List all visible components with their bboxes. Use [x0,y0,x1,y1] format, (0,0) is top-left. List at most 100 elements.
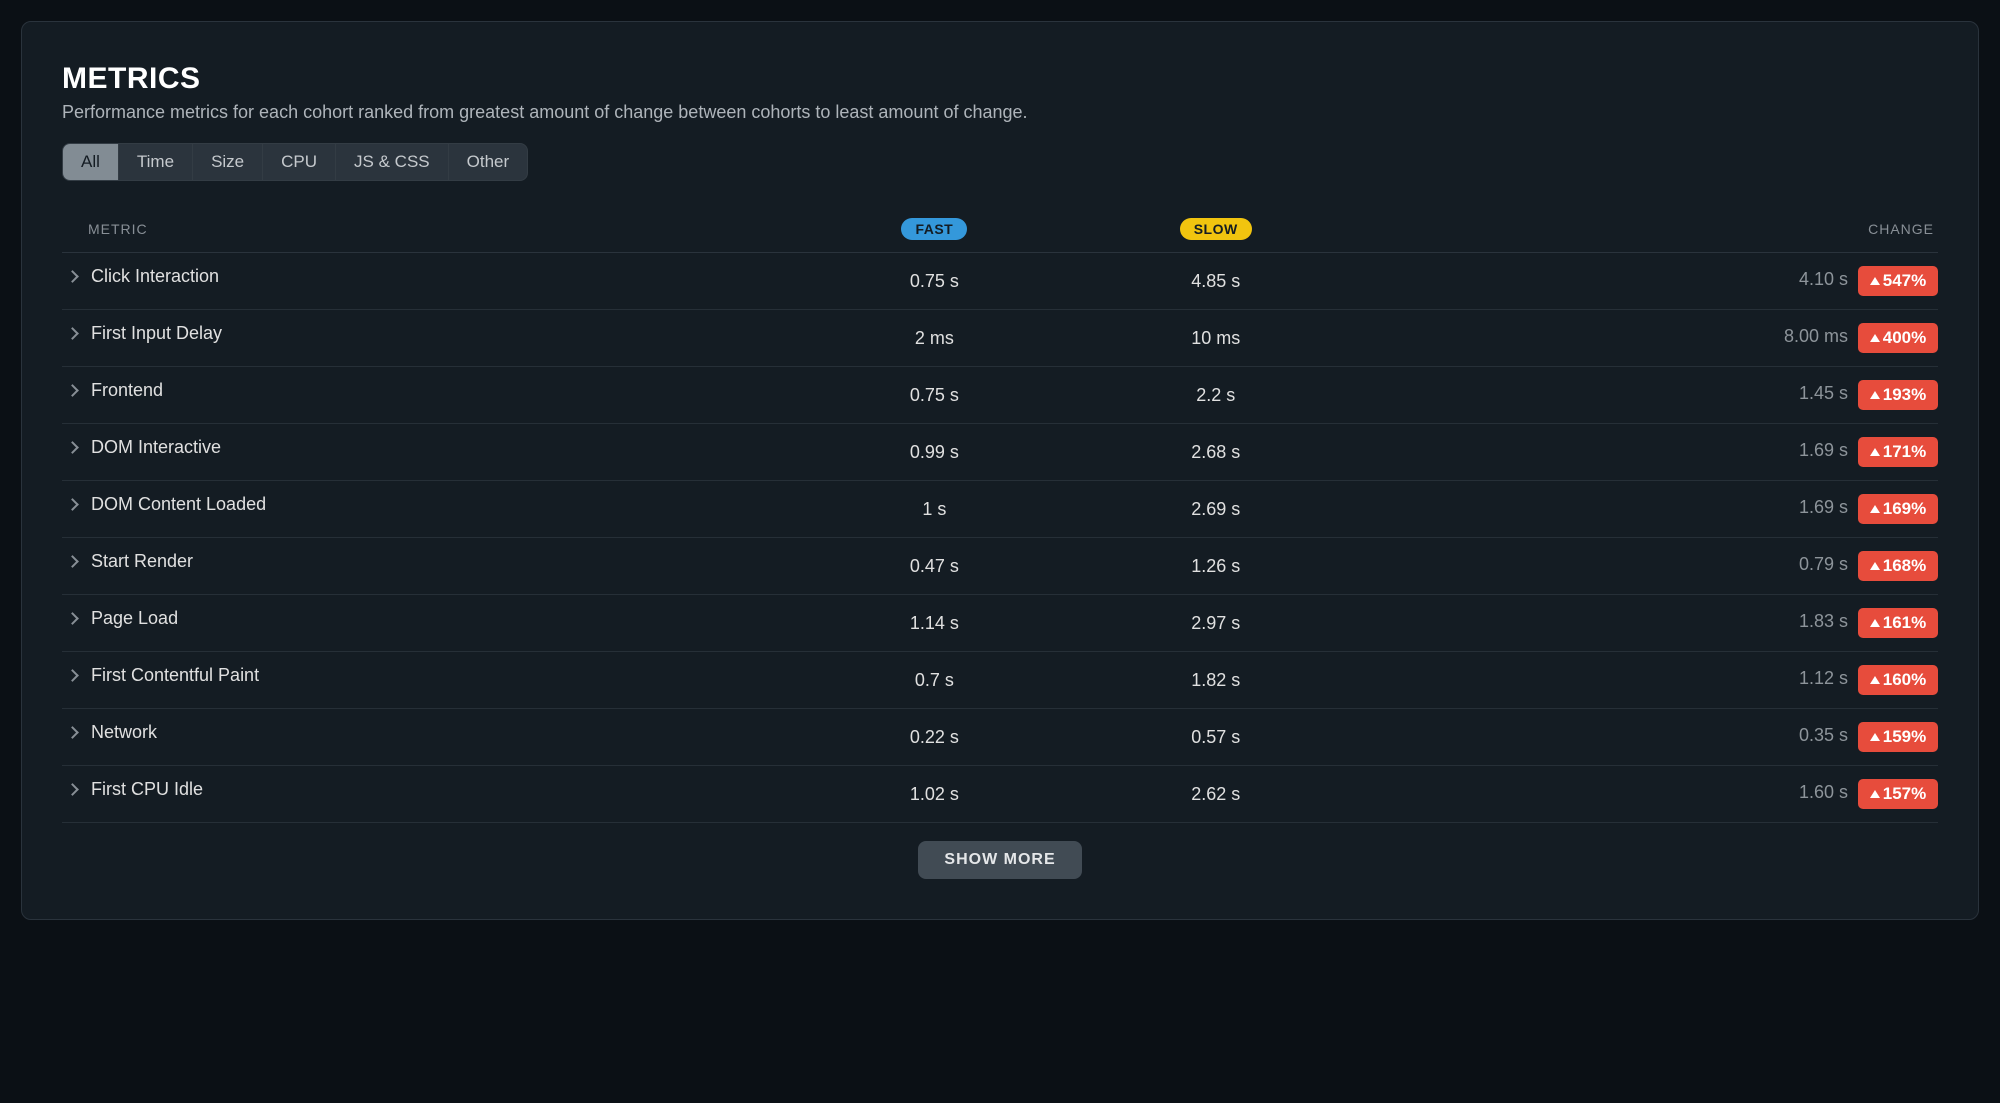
fast-value: 1.02 s [794,766,1075,823]
change-delta: 1.12 s [1799,668,1848,688]
change-delta: 0.79 s [1799,554,1848,574]
tab-size[interactable]: Size [193,144,263,180]
chevron-right-icon [66,783,79,796]
arrow-up-icon [1870,391,1880,399]
change-cell: 1.69 s 169% [1356,481,1938,538]
metric-name: Page Load [91,608,178,629]
slow-value: 2.68 s [1075,424,1356,481]
arrow-up-icon [1870,733,1880,741]
col-header-change: CHANGE [1356,206,1938,253]
change-delta: 1.60 s [1799,782,1848,802]
fast-value: 0.75 s [794,367,1075,424]
slow-value: 2.97 s [1075,595,1356,652]
chevron-right-icon [66,555,79,568]
metric-cell[interactable]: First Contentful Paint [62,652,794,699]
change-badge: 159% [1858,722,1938,752]
change-percent: 168% [1883,556,1926,576]
change-percent: 171% [1883,442,1926,462]
tab-all[interactable]: All [63,144,119,180]
metric-name: Click Interaction [91,266,219,287]
chevron-right-icon [66,384,79,397]
slow-value: 0.57 s [1075,709,1356,766]
fast-value: 1.14 s [794,595,1075,652]
slow-value: 2.2 s [1075,367,1356,424]
chevron-right-icon [66,270,79,283]
change-delta: 1.45 s [1799,383,1848,403]
metric-name: Frontend [91,380,163,401]
change-badge: 169% [1858,494,1938,524]
change-cell: 4.10 s 547% [1356,253,1938,310]
change-cell: 1.45 s 193% [1356,367,1938,424]
arrow-up-icon [1870,334,1880,342]
fast-pill: FAST [901,218,967,240]
metric-cell[interactable]: DOM Content Loaded [62,481,794,528]
chevron-right-icon [66,612,79,625]
metric-cell[interactable]: Start Render [62,538,794,585]
tab-cpu[interactable]: CPU [263,144,336,180]
change-delta: 1.69 s [1799,440,1848,460]
chevron-right-icon [66,441,79,454]
table-row: First CPU Idle 1.02 s2.62 s 1.60 s 157% [62,766,1938,823]
slow-value: 1.82 s [1075,652,1356,709]
table-row: DOM Interactive 0.99 s2.68 s 1.69 s 171% [62,424,1938,481]
fast-value: 0.22 s [794,709,1075,766]
change-percent: 159% [1883,727,1926,747]
metric-name: DOM Content Loaded [91,494,266,515]
change-percent: 547% [1883,271,1926,291]
show-more-button[interactable]: SHOW MORE [918,841,1081,879]
arrow-up-icon [1870,448,1880,456]
table-row: Click Interaction0.75 s4.85 s4.10 s547% [62,253,1938,310]
fast-value: 0.75 s [794,253,1075,310]
metrics-table: METRIC FAST SLOW CHANGE Click Interactio… [62,206,1938,823]
metric-name: DOM Interactive [91,437,221,458]
fast-value: 0.47 s [794,538,1075,595]
slow-value: 10 ms [1075,310,1356,367]
change-badge: 160% [1858,665,1938,695]
change-delta: 1.69 s [1799,497,1848,517]
metric-cell[interactable]: First Input Delay [62,310,794,357]
change-delta: 4.10 s [1799,269,1848,289]
change-badge: 400% [1858,323,1938,353]
change-cell: 1.69 s 171% [1356,424,1938,481]
tab-time[interactable]: Time [119,144,193,180]
change-badge: 161% [1858,608,1938,638]
change-percent: 193% [1883,385,1926,405]
slow-value: 2.62 s [1075,766,1356,823]
slow-value: 2.69 s [1075,481,1356,538]
table-row: Network 0.22 s0.57 s 0.35 s 159% [62,709,1938,766]
metric-name: Network [91,722,157,743]
fast-value: 1 s [794,481,1075,538]
page-title: METRICS [62,62,1938,96]
change-badge: 193% [1858,380,1938,410]
chevron-right-icon [66,327,79,340]
change-percent: 157% [1883,784,1926,804]
metric-name: Start Render [91,551,193,572]
metric-cell[interactable]: Frontend [62,367,794,414]
metric-name: First CPU Idle [91,779,203,800]
metric-cell[interactable]: Page Load [62,595,794,642]
metric-cell[interactable]: Click Interaction [62,253,794,300]
change-delta: 0.35 s [1799,725,1848,745]
change-cell: 8.00 ms400% [1356,310,1938,367]
chevron-right-icon [66,726,79,739]
change-cell: 1.60 s 157% [1356,766,1938,823]
chevron-right-icon [66,669,79,682]
tab-other[interactable]: Other [449,144,528,180]
metric-name: First Input Delay [91,323,222,344]
table-row: First Input Delay2 ms10 ms8.00 ms400% [62,310,1938,367]
change-badge: 171% [1858,437,1938,467]
metric-cell[interactable]: First CPU Idle [62,766,794,813]
arrow-up-icon [1870,619,1880,627]
fast-value: 0.99 s [794,424,1075,481]
arrow-up-icon [1870,562,1880,570]
tab-js-css[interactable]: JS & CSS [336,144,449,180]
metric-cell[interactable]: DOM Interactive [62,424,794,471]
slow-pill: SLOW [1180,218,1252,240]
table-row: DOM Content Loaded 1 s2.69 s 1.69 s 169% [62,481,1938,538]
change-badge: 168% [1858,551,1938,581]
table-row: First Contentful Paint0.7 s1.82 s1.12 s1… [62,652,1938,709]
change-percent: 160% [1883,670,1926,690]
metric-cell[interactable]: Network [62,709,794,756]
arrow-up-icon [1870,277,1880,285]
arrow-up-icon [1870,505,1880,513]
